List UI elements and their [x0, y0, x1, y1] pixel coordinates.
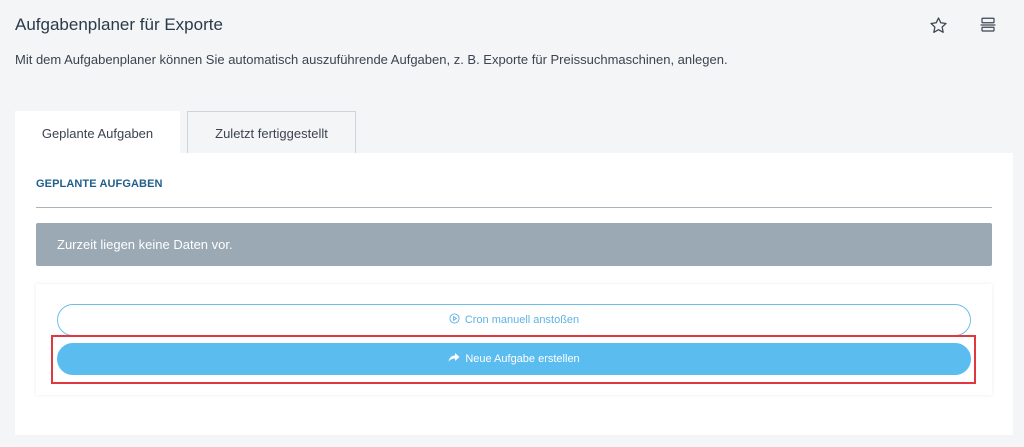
new-task-button[interactable]: Neue Aufgabe erstellen [57, 343, 971, 375]
cron-trigger-label: Cron manuell anstoßen [464, 314, 580, 326]
new-task-label: Neue Aufgabe erstellen [465, 353, 580, 365]
page-title: Aufgabenplaner für Exporte [15, 15, 223, 34]
tab-label: Geplante Aufgaben [41, 125, 154, 141]
tab-panel: GEPLANTE AUFGABEN Zurzeit liegen keine D… [15, 153, 1013, 435]
empty-state-message: Zurzeit liegen keine Daten vor. [57, 237, 233, 252]
cron-trigger-button[interactable]: Cron manuell anstoßen [57, 304, 971, 336]
button-card: Cron manuell anstoßen Neue Aufgabe erste… [36, 284, 992, 395]
share-arrow-icon [448, 352, 460, 366]
layout-icon[interactable] [978, 15, 998, 35]
section-heading: GEPLANTE AUFGABEN [36, 178, 163, 190]
page-description: Mit dem Aufgabenplaner können Sie automa… [15, 52, 728, 67]
empty-state-alert: Zurzeit liegen keine Daten vor. [36, 223, 992, 266]
play-circle-icon [449, 313, 460, 327]
tab-zuletzt-fertiggestellt[interactable]: Zuletzt fertiggestellt [187, 111, 356, 154]
divider [36, 207, 992, 208]
tab-label: Zuletzt fertiggestellt [215, 125, 328, 141]
star-icon[interactable] [928, 15, 948, 35]
tab-bar: Geplante Aufgaben Zuletzt fertiggestellt [15, 111, 356, 154]
tab-geplante-aufgaben[interactable]: Geplante Aufgaben [15, 111, 180, 154]
